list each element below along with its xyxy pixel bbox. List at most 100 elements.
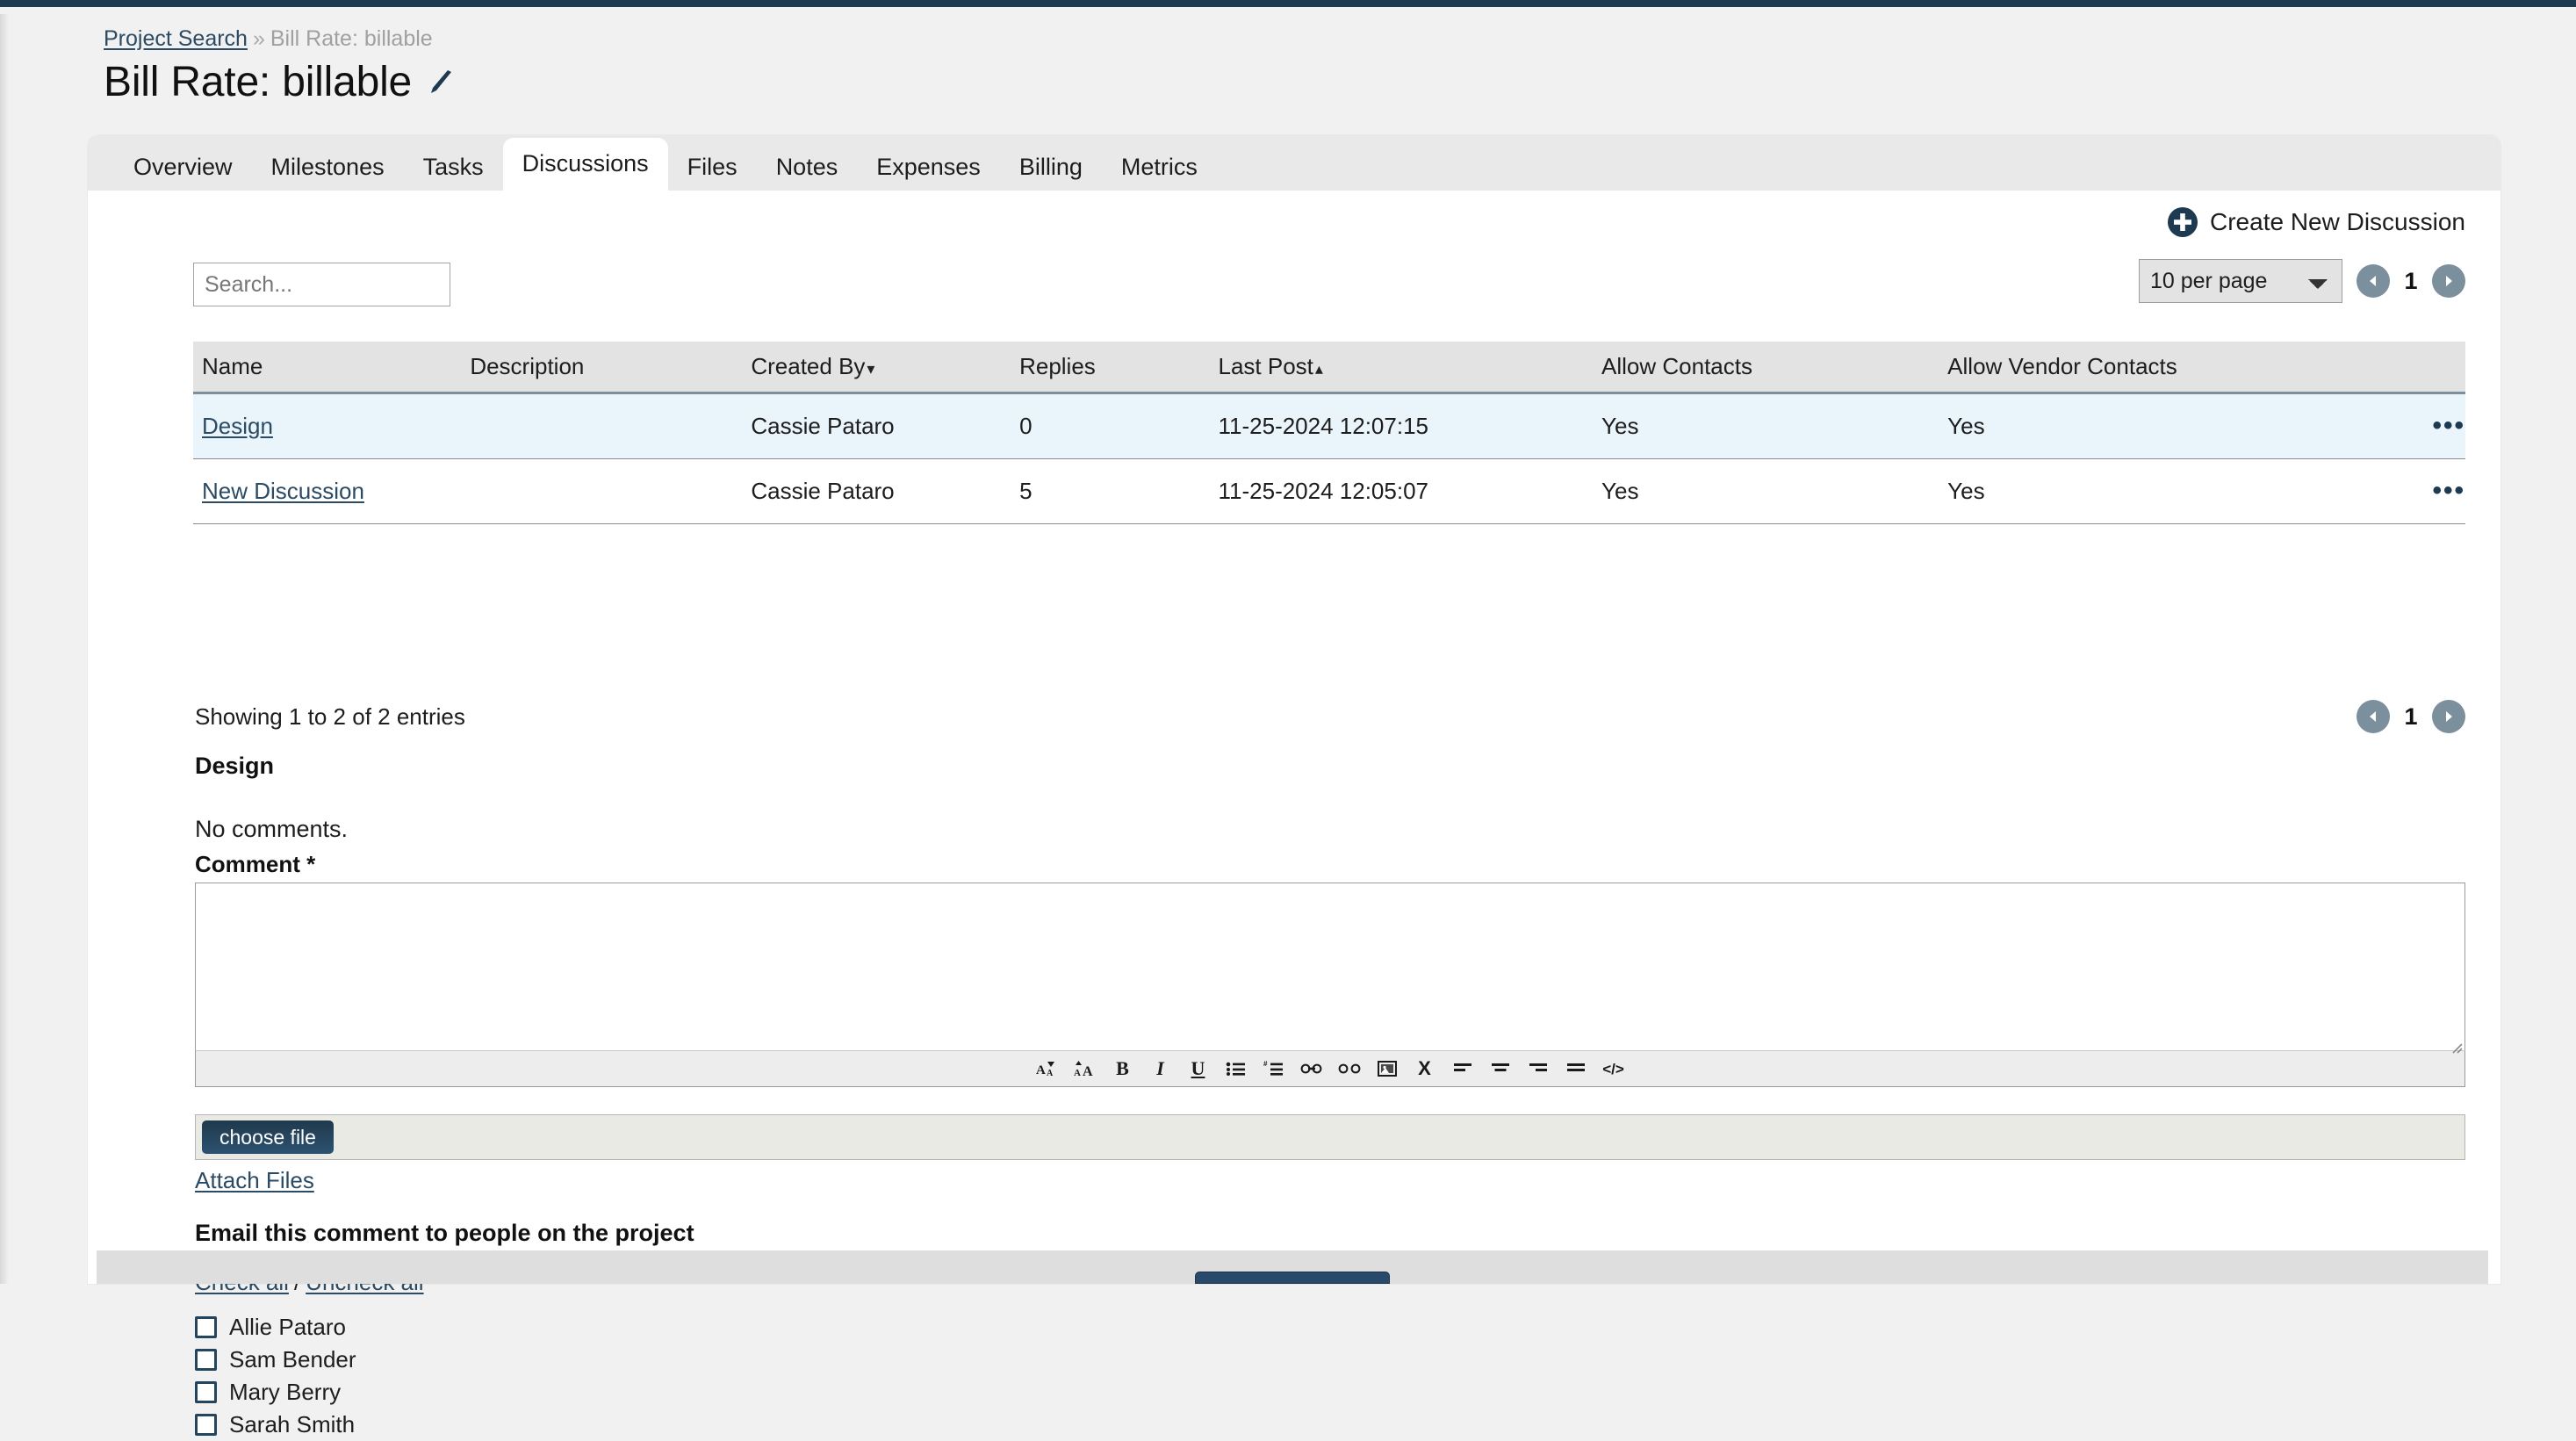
next-page-button-bottom[interactable] [2432,700,2465,733]
recipient-checkbox[interactable] [195,1381,217,1403]
tab-expenses[interactable]: Expenses [857,143,1000,191]
table-row[interactable]: New Discussion Cassie Pataro 5 11-25-202… [193,458,2465,524]
cell-replies: 5 [1011,458,1210,524]
decrease-font-size-icon[interactable]: AA [1036,1057,1059,1080]
bulleted-list-icon[interactable] [1225,1057,1248,1080]
link-icon[interactable] [1300,1057,1323,1080]
column-label-allow-contacts: Allow Contacts [1601,353,1752,379]
unlink-icon[interactable] [1338,1057,1361,1080]
cell-last-post: 11-25-2024 12:07:15 [1209,393,1594,459]
tab-notes[interactable]: Notes [757,143,858,191]
svg-text:A: A [1036,1063,1046,1077]
prev-page-button-bottom[interactable] [2357,700,2390,733]
column-label-created-by: Created By [751,353,866,379]
browser-top-strip [0,0,2576,7]
chevron-left-icon [2366,710,2380,724]
align-right-icon[interactable] [1527,1057,1550,1080]
pencil-icon[interactable] [428,69,454,96]
comment-textarea[interactable] [195,883,2465,1054]
tab-tasks[interactable]: Tasks [404,143,503,191]
create-new-discussion-label: Create New Discussion [2210,208,2465,235]
align-left-icon[interactable] [1451,1057,1474,1080]
align-justify-icon[interactable] [1565,1057,1587,1080]
numbered-list-icon[interactable]: # [1263,1057,1285,1080]
attach-files-link[interactable]: Attach Files [195,1167,314,1194]
tab-billing[interactable]: Billing [1000,143,1102,191]
next-page-button-top[interactable] [2432,264,2465,298]
recipient-checkbox[interactable] [195,1316,217,1338]
tab-overview[interactable]: Overview [114,143,252,191]
plus-circle-icon [2167,206,2198,238]
tab-metrics[interactable]: Metrics [1102,143,1217,191]
column-header-actions [2423,342,2465,394]
increase-font-size-icon[interactable]: AA [1074,1057,1097,1080]
bold-icon[interactable]: B [1112,1057,1134,1080]
submit-button[interactable] [1195,1272,1390,1284]
column-label-name: Name [202,353,263,379]
prev-page-button-top[interactable] [2357,264,2390,298]
italic-icon[interactable]: I [1149,1057,1172,1080]
email-recipients-list: Allie Pataro Sam Bender Mary Berry Sarah… [195,1311,356,1441]
row-menu-icon[interactable]: ••• [2432,476,2465,505]
column-header-created-by[interactable]: Created By ▾ [742,342,1011,394]
table-head: Name Description Created By ▾ Replies Las… [193,342,2465,394]
recipient-name: Allie Pataro [229,1314,346,1340]
per-page-select[interactable]: 10 per page [2139,259,2342,303]
table-body: Design Cassie Pataro 0 11-25-2024 12:07:… [193,393,2465,524]
underline-icon[interactable]: U [1187,1057,1210,1080]
search-input[interactable] [193,263,450,306]
cell-allow-vendor-contacts: Yes [1939,458,2424,524]
list-item[interactable]: Sarah Smith [195,1409,356,1441]
discussion-link-design[interactable]: Design [202,413,273,439]
page-title: Bill Rate: billable [104,59,413,105]
page-right-edge [2564,14,2576,1284]
recipient-checkbox[interactable] [195,1349,217,1371]
list-item[interactable]: Mary Berry [195,1376,356,1409]
insert-image-icon[interactable] [1376,1057,1399,1080]
file-upload-bar: choose file [195,1114,2465,1160]
recipient-checkbox[interactable] [195,1414,217,1436]
rich-text-toolbar: AA AA B I U # X </> [195,1050,2465,1087]
list-item[interactable]: Sam Bender [195,1344,356,1376]
cell-actions: ••• [2423,393,2465,459]
cell-name: New Discussion [193,458,462,524]
cell-allow-vendor-contacts: Yes [1939,393,2424,459]
entries-summary: Showing 1 to 2 of 2 entries [195,703,465,730]
resize-handle-icon[interactable] [2447,1033,2463,1054]
column-label-description: Description [470,353,585,379]
column-label-replies: Replies [1019,353,1096,379]
table-row[interactable]: Design Cassie Pataro 0 11-25-2024 12:07:… [193,393,2465,459]
column-header-allow-vendor-contacts[interactable]: Allow Vendor Contacts [1939,342,2424,394]
breadcrumb-current: Bill Rate: billable [270,26,433,51]
align-center-icon[interactable] [1489,1057,1512,1080]
recipient-name: Sam Bender [229,1346,356,1373]
discussion-link-new-discussion[interactable]: New Discussion [202,478,364,504]
tab-discussions[interactable]: Discussions [502,138,668,191]
tab-bar: Overview Milestones Tasks Discussions Fi… [88,135,2500,191]
cell-created-by: Cassie Pataro [742,458,1011,524]
source-code-icon[interactable]: </> [1602,1057,1625,1080]
column-header-name[interactable]: Name [193,342,462,394]
content-card: Overview Milestones Tasks Discussions Fi… [88,135,2500,1437]
remove-format-icon[interactable]: X [1414,1057,1436,1080]
svg-text:A: A [1083,1064,1093,1078]
chevron-left-icon [2366,274,2380,288]
table-controls-row: 10 per page 1 [88,259,2500,321]
tab-files[interactable]: Files [668,143,757,191]
choose-file-button[interactable]: choose file [202,1120,334,1154]
column-header-last-post[interactable]: Last Post ▴ [1209,342,1594,394]
column-header-allow-contacts[interactable]: Allow Contacts [1593,342,1939,394]
tab-milestones[interactable]: Milestones [252,143,404,191]
breadcrumb: Project Search» Bill Rate: billable [104,26,433,52]
row-menu-icon[interactable]: ••• [2432,411,2465,440]
list-item[interactable]: Allie Pataro [195,1311,356,1344]
entries-row: Showing 1 to 2 of 2 entries 1 [88,691,2500,744]
column-header-description[interactable]: Description [461,342,743,394]
column-header-replies[interactable]: Replies [1011,342,1210,394]
svg-text:A: A [1074,1068,1081,1078]
table-header-row: Name Description Created By ▾ Replies Las… [193,342,2465,394]
cell-replies: 0 [1011,393,1210,459]
breadcrumb-project-search-link[interactable]: Project Search [104,26,248,51]
create-new-discussion-button[interactable]: Create New Discussion [2167,206,2465,238]
page-title-row: Bill Rate: billable [104,58,454,106]
